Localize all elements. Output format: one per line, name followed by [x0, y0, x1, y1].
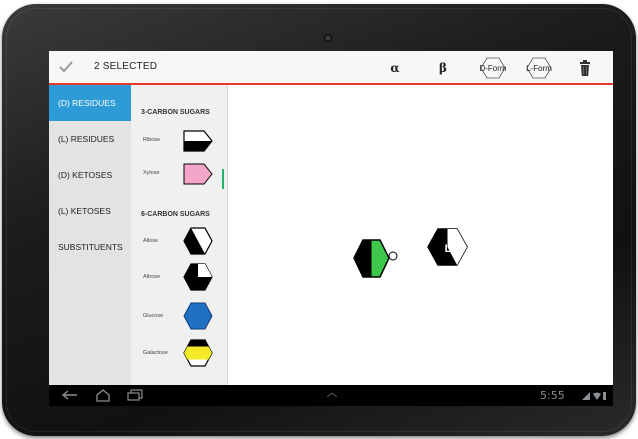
- sugar-palette: 3-CARBON SUGARS Ribose Xylose 6-CARBON S…: [131, 85, 228, 385]
- contextual-action-bar: 2 SELECTED α β D-Form L-Form: [49, 51, 613, 85]
- canvas-drawing: L: [353, 228, 468, 278]
- sidebar-item-label: (D) RESIDUES: [58, 98, 116, 108]
- glucose-hexagon-icon[interactable]: [183, 302, 213, 330]
- back-arrow-icon[interactable]: [61, 389, 79, 401]
- trash-icon: [580, 60, 590, 76]
- sidebar-item-label: SUBSTITUENTS: [58, 242, 123, 252]
- sugar-label: Ribose: [143, 137, 161, 143]
- altrose-hexagon-icon[interactable]: [183, 263, 213, 291]
- app-screen: 2 SELECTED α β D-Form L-Form (D) RESIDUE…: [49, 51, 613, 406]
- recent-apps-icon[interactable]: [127, 389, 143, 401]
- sidebar-item-l-residues[interactable]: (L) RESIDUES: [49, 121, 131, 157]
- section-title: 6-CARBON SUGARS: [141, 211, 210, 218]
- home-icon[interactable]: [95, 389, 111, 402]
- front-camera: [325, 35, 331, 41]
- xylose-pentagon-icon[interactable]: [183, 160, 213, 188]
- sidebar-item-label: (L) KETOSES: [58, 206, 111, 216]
- sidebar-item-d-residues[interactable]: (D) RESIDUES: [49, 85, 140, 121]
- sugar-label: Allose: [143, 238, 158, 244]
- drawing-canvas[interactable]: L: [228, 85, 613, 385]
- alpha-anomer-button[interactable]: α: [385, 57, 405, 79]
- selection-count: 2 SELECTED: [94, 61, 158, 72]
- section-title: 3-CARBON SUGARS: [141, 109, 210, 116]
- allose-hexagon-icon[interactable]: [183, 227, 213, 255]
- beta-label: β: [439, 61, 447, 75]
- sugar-label: Galactose: [143, 350, 168, 356]
- black-white-hexagon-residue[interactable]: L: [427, 228, 468, 266]
- status-clock: 5:55: [540, 389, 565, 402]
- residue-form-label: L: [445, 243, 452, 255]
- beta-anomer-button[interactable]: β: [433, 57, 453, 79]
- wifi-icon: [593, 392, 601, 400]
- sidebar-item-substituents[interactable]: SUBSTITUENTS: [49, 229, 131, 265]
- sugar-label: Altrose: [143, 274, 161, 280]
- sidebar-item-label: (D) KETOSES: [58, 170, 113, 180]
- sugar-label: Xylose: [143, 170, 160, 176]
- delete-button[interactable]: [577, 57, 593, 79]
- alpha-label: α: [390, 61, 400, 75]
- l-form-button[interactable]: L-Form: [519, 57, 559, 79]
- sidebar-item-d-ketoses[interactable]: (D) KETOSES: [49, 157, 131, 193]
- galactose-hexagon-icon[interactable]: [183, 339, 213, 367]
- chevron-up-icon[interactable]: [326, 392, 338, 398]
- status-icons: [582, 392, 606, 400]
- checkmark-icon[interactable]: [59, 61, 73, 73]
- signal-icon: [582, 392, 590, 400]
- tablet-frame: 2 SELECTED α β D-Form L-Form (D) RESIDUE…: [2, 4, 636, 436]
- sidebar-item-label: (L) RESIDUES: [58, 134, 115, 144]
- ribose-pentagon-icon[interactable]: [183, 127, 213, 155]
- l-form-label: L-Form: [526, 63, 552, 73]
- sidebar-item-l-ketoses[interactable]: (L) KETOSES: [49, 193, 131, 229]
- d-form-label: D-Form: [479, 63, 507, 73]
- category-sidebar: (D) RESIDUES (L) RESIDUES (D) KETOSES (L…: [49, 85, 140, 385]
- scroll-indicator[interactable]: [222, 169, 224, 189]
- system-nav-bar: 5:55: [49, 385, 613, 406]
- battery-icon: [603, 392, 606, 400]
- sugar-label: Glucose: [143, 313, 164, 319]
- green-black-hexagon-residue[interactable]: [353, 239, 398, 278]
- d-form-button[interactable]: D-Form: [473, 57, 513, 79]
